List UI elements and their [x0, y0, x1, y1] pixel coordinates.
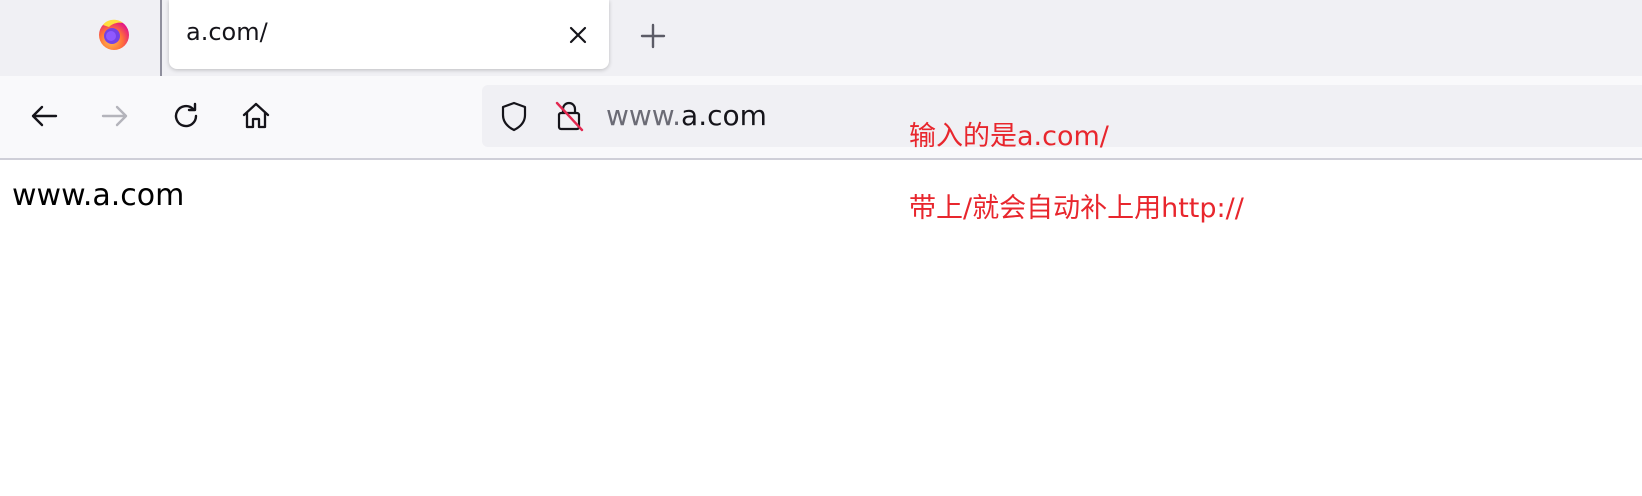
insecure-lock-icon[interactable]: [552, 99, 586, 133]
page-content: www.a.com: [0, 160, 1642, 496]
reload-icon[interactable]: [166, 96, 206, 136]
tab-active[interactable]: a.com/: [169, 0, 609, 69]
back-arrow-icon[interactable]: [24, 96, 64, 136]
tab-separator: [160, 0, 162, 76]
page-body-text: www.a.com: [12, 178, 185, 213]
shield-icon[interactable]: [497, 99, 531, 133]
url-host: a.com: [681, 99, 767, 132]
tab-strip: a.com/: [0, 0, 1642, 76]
firefox-logo-icon: [97, 17, 131, 51]
annotation-input-note: 输入的是a.com/: [909, 121, 1109, 152]
home-icon[interactable]: [236, 96, 276, 136]
navigation-toolbar: www.a.com: [0, 76, 1642, 160]
plus-icon[interactable]: [636, 19, 670, 53]
annotation-http-note: 带上/就会自动补上用http://: [909, 193, 1244, 224]
url-text[interactable]: www.a.com: [606, 99, 767, 132]
tab-title: a.com/: [186, 18, 268, 46]
url-prefix: www.: [606, 99, 682, 132]
close-icon[interactable]: [564, 21, 592, 49]
forward-arrow-icon[interactable]: [95, 96, 135, 136]
